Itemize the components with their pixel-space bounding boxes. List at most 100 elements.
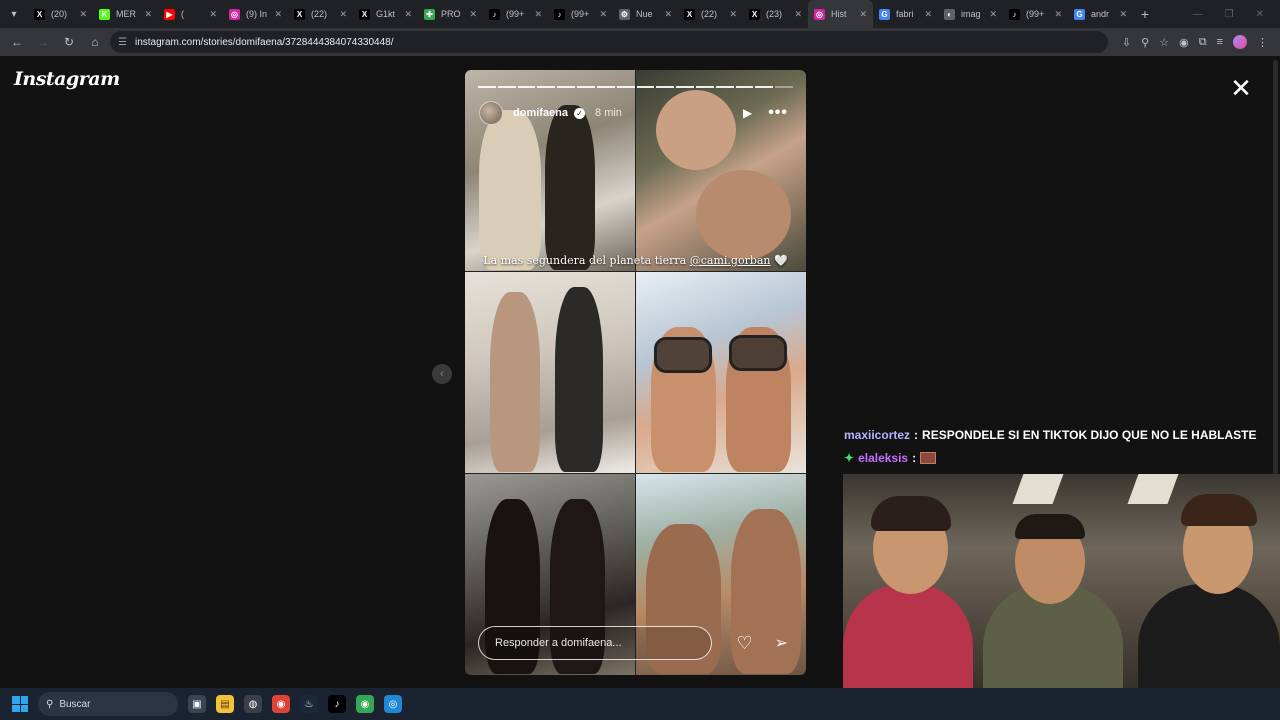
menu-icon[interactable]: ⋮ [1257,36,1268,49]
windows-start-icon[interactable] [12,696,28,712]
browser-tab[interactable]: ⚙ Nue ✕ [613,0,678,28]
tab-favicon-icon: ◎ [229,8,240,20]
story-viewer[interactable]: domifaena ✓ 8 min ▶ ••• La mas segundera… [465,70,806,675]
close-tab-icon[interactable]: ✕ [144,9,152,20]
browser-tab[interactable]: Gfabri ✕ [873,0,938,28]
close-tab-icon[interactable]: ✕ [599,9,607,20]
globe-icon[interactable]: ◎ [384,695,402,713]
story-photo-4 [636,272,806,473]
chrome-profile-icon[interactable]: ◉ [356,695,374,713]
browser-tab[interactable]: ▶ (✕ [158,0,223,28]
send-icon[interactable]: ➢ [775,633,788,653]
task-view-icon[interactable]: ▣ [188,695,206,713]
file-explorer-icon[interactable]: ▤ [216,695,234,713]
home-button[interactable]: ⌂ [84,31,106,53]
bookmark-star-icon[interactable]: ☆ [1159,36,1169,49]
close-tab-icon[interactable]: ✕ [794,9,802,20]
progress-segment [715,86,734,88]
story-avatar[interactable] [479,101,503,125]
chrome-icon[interactable]: ◉ [272,695,290,713]
close-tab-icon[interactable]: ✕ [274,9,282,20]
tab-title: (99+ [506,9,525,19]
close-tab-icon[interactable]: ✕ [534,9,542,20]
close-tab-icon[interactable]: ✕ [664,9,672,20]
tab-favicon-icon: ♪ [1009,8,1020,20]
browser-tab[interactable]: X (20) ✕ [28,0,93,28]
steam-icon[interactable]: ♨ [300,695,318,713]
close-tab-icon[interactable]: ✕ [1119,9,1127,20]
close-window-icon[interactable]: ✕ [1256,9,1264,20]
reload-button[interactable]: ↻ [58,31,80,53]
tab-favicon-icon: X [749,8,760,20]
progress-segment [735,86,754,88]
previous-story-icon[interactable]: ‹ [432,364,452,384]
window-controls: — ❐ ✕ [1193,9,1280,20]
tab-title: (22) [701,9,718,19]
play-icon[interactable]: ▶ [743,106,752,120]
new-tab-button[interactable]: + [1133,6,1157,22]
browser-tab[interactable]: X (22) ✕ [288,0,353,28]
browser-tab[interactable]: ✚ PRO ✕ [418,0,483,28]
browser-tab[interactable]: ◐ imag ✕ [938,0,1003,28]
tab-favicon-icon: X [684,8,695,20]
progress-segment [695,86,714,88]
profile-avatar[interactable] [1233,35,1247,49]
browser-tab[interactable]: ◎ (9) In ✕ [223,0,288,28]
more-options-icon[interactable]: ••• [768,104,788,122]
extension-icon[interactable]: ◉ [1179,36,1189,49]
close-tab-icon[interactable]: ✕ [79,9,87,20]
zoom-icon[interactable]: ⚲ [1141,36,1149,49]
webcam-overlay [843,474,1280,720]
close-tab-icon[interactable]: ✕ [469,9,477,20]
browser-tab[interactable]: X (23) ✕ [743,0,808,28]
browser-tab[interactable]: Gandr ✕ [1068,0,1133,28]
close-story-icon[interactable]: ✕ [1228,75,1254,101]
tab-title: Nue [636,9,653,19]
tab-favicon-icon: ♪ [489,8,500,20]
caption-mention[interactable]: @cami.gorban [690,254,771,267]
browser-tab[interactable]: X (22) ✕ [678,0,743,28]
tab-title: (22) [311,9,328,19]
close-tab-icon[interactable]: ✕ [339,9,347,20]
reading-list-icon[interactable]: ≡ [1217,36,1223,48]
site-info-icon[interactable]: ☰ [118,37,127,48]
progress-segment [497,86,516,88]
browser-tab[interactable]: ♪ (99+ ✕ [483,0,548,28]
minimize-icon[interactable]: — [1193,9,1203,20]
story-header: domifaena ✓ 8 min ▶ ••• [479,100,788,126]
caption-text: La mas segundera del planeta tierra [483,254,690,267]
progress-segment [755,86,774,88]
address-bar[interactable]: ☰ instagram.com/stories/domifaena/372844… [110,31,1108,53]
close-tab-icon[interactable]: ✕ [209,9,217,20]
story-username[interactable]: domifaena [513,107,568,119]
progress-segment [656,86,675,88]
close-tab-icon[interactable]: ✕ [404,9,412,20]
tab-favicon-icon: X [34,8,45,20]
browser-tab[interactable]: K MER ✕ [93,0,158,28]
forward-button[interactable]: → [32,31,54,53]
restore-icon[interactable]: ❐ [1225,9,1234,20]
taskbar-search[interactable]: ⚲ Buscar [38,692,178,716]
progress-segment [577,86,595,88]
app-icon[interactable]: ◍ [244,695,262,713]
close-tab-icon[interactable]: ✕ [1054,9,1062,20]
reply-input[interactable] [478,626,713,660]
browser-tab[interactable]: ◎ Hist ✕ [808,0,873,28]
back-button[interactable]: ← [6,31,28,53]
like-heart-icon[interactable]: ♡ [736,633,752,654]
instagram-logo[interactable]: Instagram [14,68,120,90]
browser-tab[interactable]: ♪ (99+ ✕ [548,0,613,28]
close-tab-icon[interactable]: ✕ [989,9,997,20]
close-tab-icon[interactable]: ✕ [729,9,737,20]
close-tab-icon[interactable]: ✕ [924,9,932,20]
tab-search-icon[interactable]: ▾ [0,0,28,28]
close-tab-icon[interactable]: ✕ [859,9,867,20]
extensions-puzzle-icon[interactable]: ⧉ [1199,36,1207,49]
browser-tab[interactable]: X G1kt ✕ [353,0,418,28]
install-app-icon[interactable]: ⇩ [1122,36,1131,49]
story-actions: ▶ ••• [743,104,788,122]
tab-favicon-icon: ♪ [554,8,565,20]
browser-tab[interactable]: ♪ (99+ ✕ [1003,0,1068,28]
browser-toolbar: ← → ↻ ⌂ ☰ instagram.com/stories/domifaen… [0,28,1280,56]
tiktok-icon[interactable]: ♪ [328,695,346,713]
